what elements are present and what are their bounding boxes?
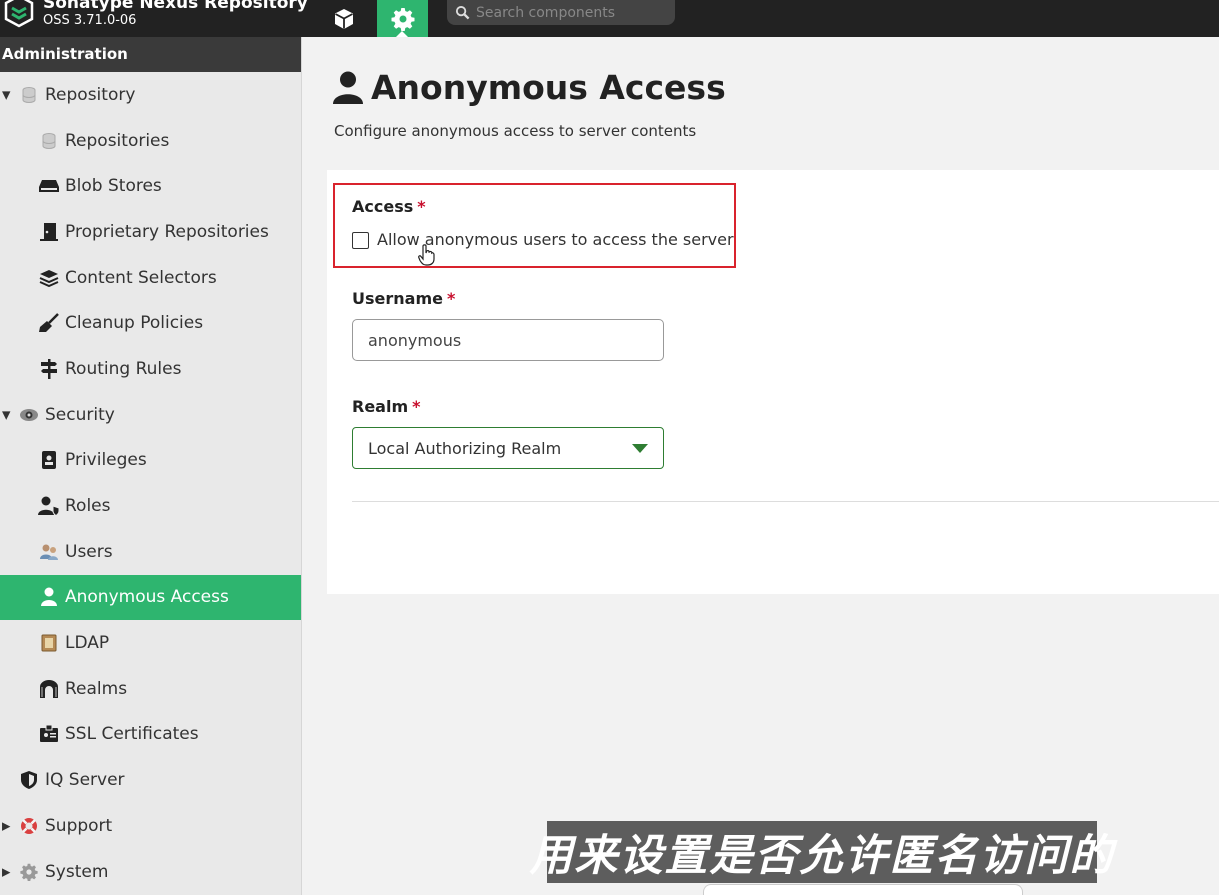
sidebar-item-label: Repository — [45, 84, 136, 105]
username-label: Username * — [352, 289, 455, 308]
administration-button[interactable] — [377, 0, 428, 37]
id-card-icon — [38, 724, 60, 744]
annotation-highlight-box — [333, 183, 736, 268]
caret-down-icon[interactable]: ▼ — [2, 408, 10, 421]
page-title: Anonymous Access — [371, 68, 726, 107]
sidebar-item-iq-server[interactable]: IQ Server — [0, 757, 301, 803]
sidebar-item-label: Roles — [65, 496, 111, 517]
user-shield-icon — [38, 496, 60, 517]
eye-icon — [18, 405, 40, 425]
sidebar-item-label: Routing Rules — [65, 358, 182, 379]
sidebar: Administration ▼ Repository Repositories… — [0, 37, 302, 895]
sidebar-item-proprietary-repositories[interactable]: Proprietary Repositories — [0, 209, 301, 255]
sidebar-item-label: LDAP — [65, 633, 110, 654]
shield-icon — [18, 770, 40, 790]
sidebar-item-repository[interactable]: ▼ Repository — [0, 72, 301, 118]
sidebar-item-label: Privileges — [65, 450, 147, 471]
sidebar-item-anonymous-access[interactable]: Anonymous Access — [0, 574, 301, 621]
signpost-icon — [38, 358, 60, 379]
door-icon — [38, 222, 60, 242]
sidebar-item-cleanup-policies[interactable]: Cleanup Policies — [0, 300, 301, 346]
cube-icon — [335, 8, 353, 29]
hard-drive-icon — [38, 176, 60, 196]
browse-button[interactable] — [325, 0, 363, 37]
realm-label: Realm * — [352, 397, 421, 416]
sidebar-item-ssl-certificates[interactable]: SSL Certificates — [0, 712, 301, 758]
database-icon — [38, 131, 60, 151]
sidebar-item-security[interactable]: ▼ Security — [0, 392, 301, 438]
video-caption: 用来设置是否允许匿名访问的 — [530, 821, 1113, 883]
search-box — [447, 0, 675, 25]
layers-icon — [38, 268, 60, 288]
archway-icon — [38, 679, 60, 699]
users-icon — [38, 542, 60, 562]
dropdown-arrow-icon[interactable] — [632, 444, 648, 453]
username-label-text: Username — [352, 289, 443, 308]
sidebar-item-repositories[interactable]: Repositories — [0, 118, 301, 164]
sonatype-logo-icon[interactable] — [4, 0, 34, 28]
sidebar-item-label: Support — [45, 815, 113, 836]
database-icon — [18, 85, 40, 105]
address-book-icon — [38, 633, 60, 653]
allow-anonymous-checkbox[interactable] — [352, 232, 369, 249]
id-badge-icon — [38, 450, 60, 470]
realm-select[interactable]: Local Authorizing Realm — [352, 427, 664, 469]
sidebar-item-privileges[interactable]: Privileges — [0, 438, 301, 484]
sidebar-item-label: Blob Stores — [65, 176, 162, 197]
username-input[interactable] — [352, 319, 664, 361]
realm-select-value: Local Authorizing Realm — [368, 438, 562, 458]
caret-right-icon[interactable]: ▶ — [2, 865, 10, 878]
sidebar-item-label: Realms — [65, 678, 128, 699]
form-divider — [352, 501, 1219, 502]
sidebar-item-label: Repositories — [65, 130, 170, 151]
sidebar-item-users[interactable]: Users — [0, 529, 301, 575]
sidebar-item-label: SSL Certificates — [65, 724, 199, 745]
gear-icon — [391, 7, 414, 31]
sidebar-item-label: System — [45, 861, 109, 882]
sidebar-item-roles[interactable]: Roles — [0, 483, 301, 529]
access-label: Access * — [352, 197, 426, 216]
sidebar-item-label: Content Selectors — [65, 267, 217, 288]
lifebuoy-icon — [18, 816, 40, 836]
sidebar-item-realms[interactable]: Realms — [0, 666, 301, 712]
sidebar-item-label: Security — [45, 404, 115, 425]
sidebar-item-label: Proprietary Repositories — [65, 221, 269, 242]
search-icon — [455, 5, 470, 20]
sidebar-item-ldap[interactable]: LDAP — [0, 620, 301, 666]
sidebar-title: Administration — [0, 37, 301, 72]
page-header: Anonymous Access — [333, 68, 726, 107]
sidebar-item-label: IQ Server — [45, 770, 125, 791]
user-icon — [38, 587, 60, 607]
sidebar-item-label: Users — [65, 541, 113, 562]
sidebar-item-blob-stores[interactable]: Blob Stores — [0, 163, 301, 209]
sidebar-item-routing-rules[interactable]: Routing Rules — [0, 346, 301, 392]
access-label-text: Access — [352, 197, 414, 216]
app-title: Sonatype Nexus Repository — [43, 0, 308, 13]
required-mark: * — [417, 197, 426, 216]
caret-right-icon[interactable]: ▶ — [2, 819, 10, 832]
sidebar-item-label: Cleanup Policies — [65, 313, 204, 334]
required-mark: * — [412, 397, 421, 416]
search-input[interactable] — [476, 4, 666, 21]
hand-cursor-icon — [418, 244, 435, 266]
gear-icon — [18, 862, 40, 882]
sidebar-item-content-selectors[interactable]: Content Selectors — [0, 255, 301, 301]
required-mark: * — [446, 289, 456, 308]
page-subtitle: Configure anonymous access to server con… — [334, 122, 697, 140]
top-bar: Sonatype Nexus Repository OSS 3.71.0-06 — [0, 0, 1219, 37]
caret-down-icon[interactable]: ▼ — [2, 88, 10, 101]
overlay-bar — [703, 884, 1023, 895]
app-version: OSS 3.71.0-06 — [43, 13, 137, 28]
sidebar-item-support[interactable]: ▶ Support — [0, 803, 301, 849]
realm-label-text: Realm — [352, 397, 409, 416]
broom-icon — [38, 313, 60, 333]
sidebar-item-system[interactable]: ▶ System — [0, 849, 301, 895]
sidebar-item-label: Anonymous Access — [65, 587, 229, 608]
user-icon — [333, 71, 363, 104]
